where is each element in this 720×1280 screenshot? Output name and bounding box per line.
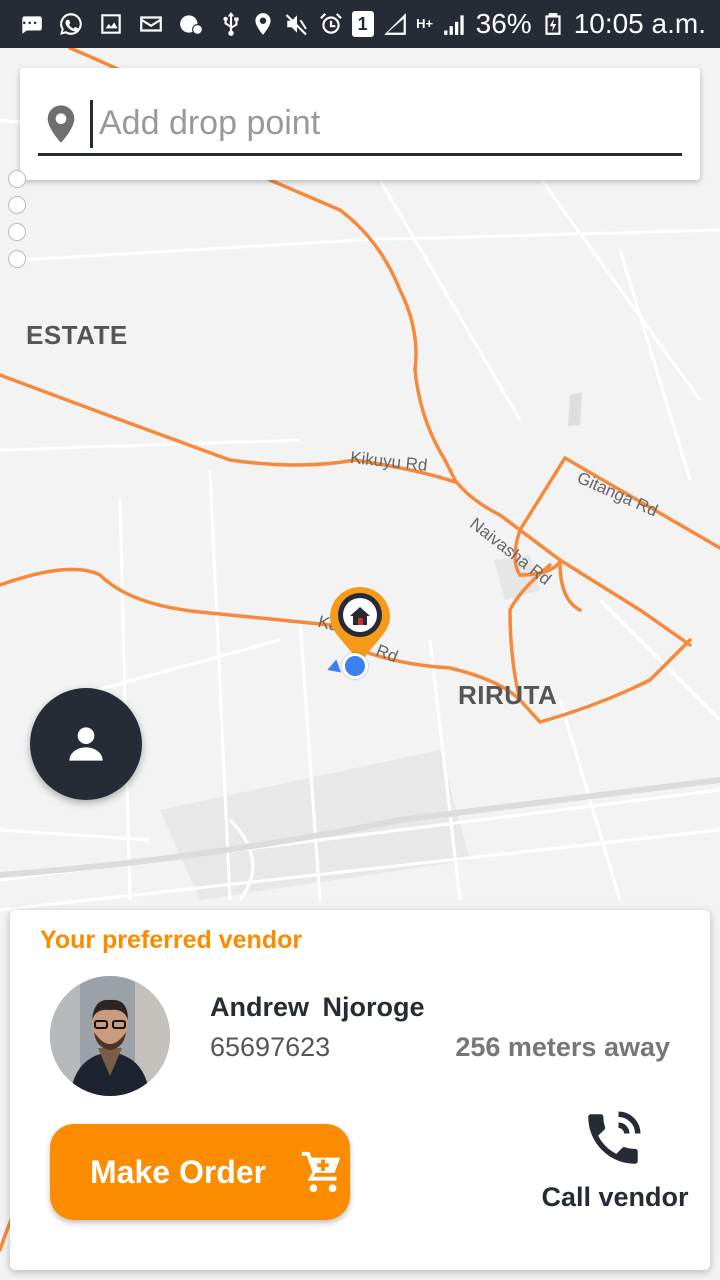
- area-label-estate: ESTATE: [26, 320, 128, 350]
- gallery-icon: [98, 11, 124, 37]
- whatsapp-icon: [58, 11, 84, 37]
- person-icon: [69, 727, 103, 761]
- signal-icon: [442, 11, 468, 37]
- notification-icons: [18, 11, 244, 37]
- battery-percent: 36%: [475, 8, 532, 39]
- cart-icon: [301, 1151, 341, 1193]
- alarm-icon: [318, 11, 344, 37]
- signal-icon: [382, 11, 408, 37]
- sim-1-icon: 1: [351, 11, 374, 37]
- settings-alert-icon: [178, 11, 204, 37]
- page-dot[interactable]: [8, 170, 26, 188]
- message-icon: [18, 11, 44, 37]
- clock: 10:05 a.m.: [573, 8, 706, 39]
- make-order-label: Make Order: [90, 1153, 267, 1190]
- call-vendor-label: Call vendor: [541, 1182, 689, 1212]
- system-status: 1 H+ 36% 10:05 a.m.: [250, 8, 706, 40]
- profile-button[interactable]: [30, 688, 142, 800]
- vendor-name: Andrew Njoroge: [210, 992, 425, 1022]
- drop-point-search-card: [20, 68, 700, 180]
- text-cursor: [90, 99, 93, 148]
- usb-icon: [218, 11, 244, 37]
- my-location-dot: [342, 653, 368, 679]
- page-dot[interactable]: [8, 250, 26, 268]
- vendor-card: Your preferred vendor Andrew Njoroge 656…: [10, 910, 710, 1270]
- email-icon: [138, 11, 164, 37]
- drop-point-field[interactable]: [38, 94, 682, 156]
- page-dot[interactable]: [8, 196, 26, 214]
- vendor-phone: 65697623: [210, 1032, 331, 1062]
- location-pin-icon: [47, 104, 75, 143]
- call-vendor-button[interactable]: Call vendor: [530, 1106, 700, 1234]
- building-area: [568, 392, 582, 426]
- page-dot[interactable]: [8, 223, 26, 241]
- battery-icon: [540, 11, 566, 37]
- vendor-section-title: Your preferred vendor: [40, 926, 303, 954]
- make-order-button[interactable]: Make Order: [50, 1124, 350, 1220]
- location-icon: [250, 11, 276, 37]
- vendor-avatar: [50, 976, 170, 1096]
- mute-icon: [284, 11, 310, 37]
- drop-point-input[interactable]: [99, 104, 659, 143]
- area-label-riruta: RIRUTA: [458, 680, 558, 710]
- network-type-icon: H+: [416, 16, 434, 31]
- phone-call-icon: [588, 1111, 641, 1164]
- status-bar: 1 H+ 36% 10:05 a.m.: [0, 0, 720, 48]
- vendor-distance: 256 meters away: [455, 1032, 670, 1062]
